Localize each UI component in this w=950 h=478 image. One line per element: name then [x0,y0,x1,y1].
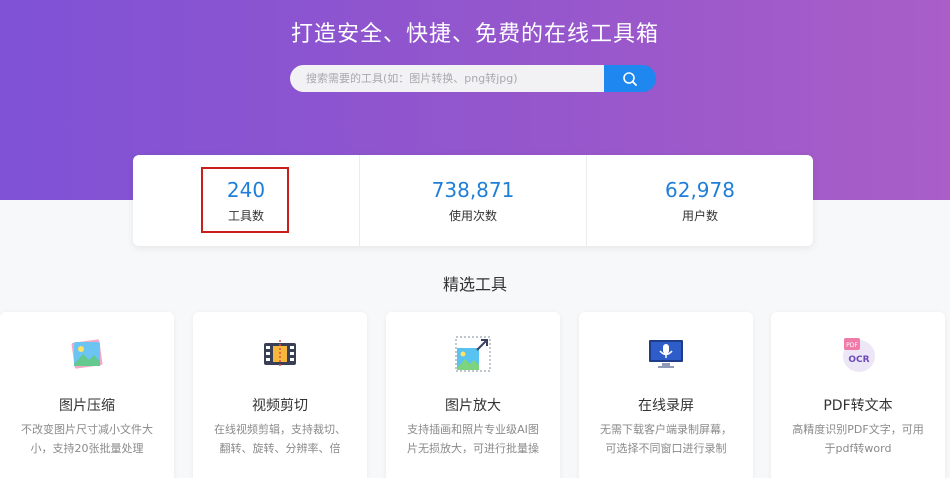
image-compress-icon [71,339,103,369]
pdf-ocr-icon: PDF OCR [843,338,875,372]
tool-name: 图片放大 [445,398,501,414]
featured-tools-list: 图片压缩 不改变图片尺寸减小文件大小，支持20张批量处理 视频剪切 在线视频剪辑… [0,312,950,478]
svg-text:PDF: PDF [846,342,858,349]
tool-card-video-cut[interactable]: 视频剪切 在线视频剪辑，支持裁切、翻转、旋转、分辨率、倍速、循 [193,312,367,478]
video-cut-icon [264,340,296,368]
search-bar [290,65,656,92]
tool-description: 在线视频剪辑，支持裁切、翻转、旋转、分辨率、倍速、循 [214,423,346,455]
tool-description: 不改变图片尺寸减小文件大小，支持20张批量处理 [21,423,153,455]
search-icon [623,71,637,86]
search-input[interactable] [290,65,604,92]
tool-name: 在线录屏 [638,398,694,414]
stat-label: 用户数 [681,209,718,223]
tool-card-screen-record[interactable]: 在线录屏 无需下载客户端录制屏幕，可选择不同窗口进行录制 [579,312,753,478]
tool-description: 无需下载客户端录制屏幕，可选择不同窗口进行录制 [600,423,732,455]
stat-label: 使用次数 [448,209,497,223]
stat-usage-count: 738,871 使用次数 [359,155,586,246]
hero-title: 打造安全、快捷、免费的在线工具箱 [290,22,659,47]
tool-name: 图片压缩 [59,398,115,414]
tool-description: 高精度识别PDF文字，可用于pdf转word [792,423,924,455]
tool-card-image-compress[interactable]: 图片压缩 不改变图片尺寸减小文件大小，支持20张批量处理 [0,312,174,478]
section-title: 精选工具 [442,275,507,294]
image-enlarge-icon [455,336,491,372]
highlight-annotation-box [201,167,289,233]
tool-card-pdf-ocr[interactable]: PDF OCR PDF转文本 高精度识别PDF文字，可用于pdf转word [771,312,945,478]
tool-card-image-enlarge[interactable]: 图片放大 支持插画和照片专业级AI图片无损放大，可进行批量操作 [386,312,560,478]
tool-name: 视频剪切 [252,398,308,414]
stat-user-count: 62,978 用户数 [586,155,813,246]
screen-record-icon [649,340,683,368]
search-button[interactable] [604,65,656,92]
stat-value: 62,978 [665,178,735,202]
tool-name: PDF转文本 [823,398,893,414]
tool-description: 支持插画和照片专业级AI图片无损放大，可进行批量操作 [407,423,539,455]
stat-value: 738,871 [431,178,515,202]
svg-text:OCR: OCR [848,355,869,365]
